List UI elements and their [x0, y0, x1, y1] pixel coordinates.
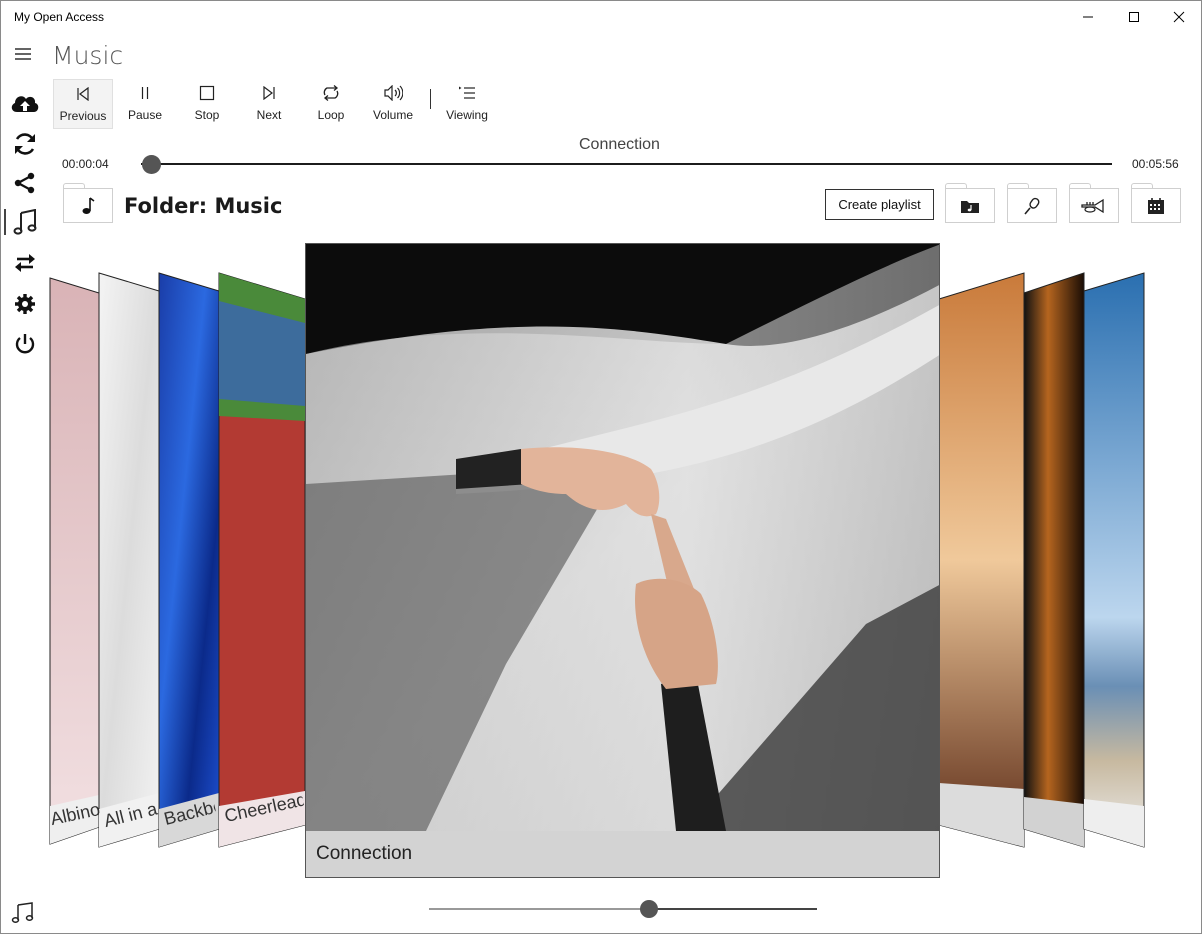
album-card-backbea[interactable]	[158, 272, 220, 848]
album-card-connection[interactable]: Connection	[305, 243, 940, 878]
album-card-right-3[interactable]	[1083, 272, 1145, 848]
coverflow-scroll-slider[interactable]	[429, 908, 817, 910]
album-card-all-in-a[interactable]	[98, 272, 160, 848]
album-caption-connection: Connection	[306, 831, 939, 877]
album-card-right-2[interactable]	[1023, 272, 1085, 848]
album-card-right-1[interactable]	[938, 272, 1025, 848]
music-notes-icon	[11, 902, 34, 923]
now-playing-button[interactable]	[11, 901, 35, 925]
coverflow-scroll-thumb[interactable]	[640, 900, 658, 918]
album-art-connection	[306, 244, 939, 831]
app-window: My Open Access Music Previous Pause Stop…	[0, 0, 1202, 934]
album-card-albino[interactable]	[49, 277, 100, 845]
